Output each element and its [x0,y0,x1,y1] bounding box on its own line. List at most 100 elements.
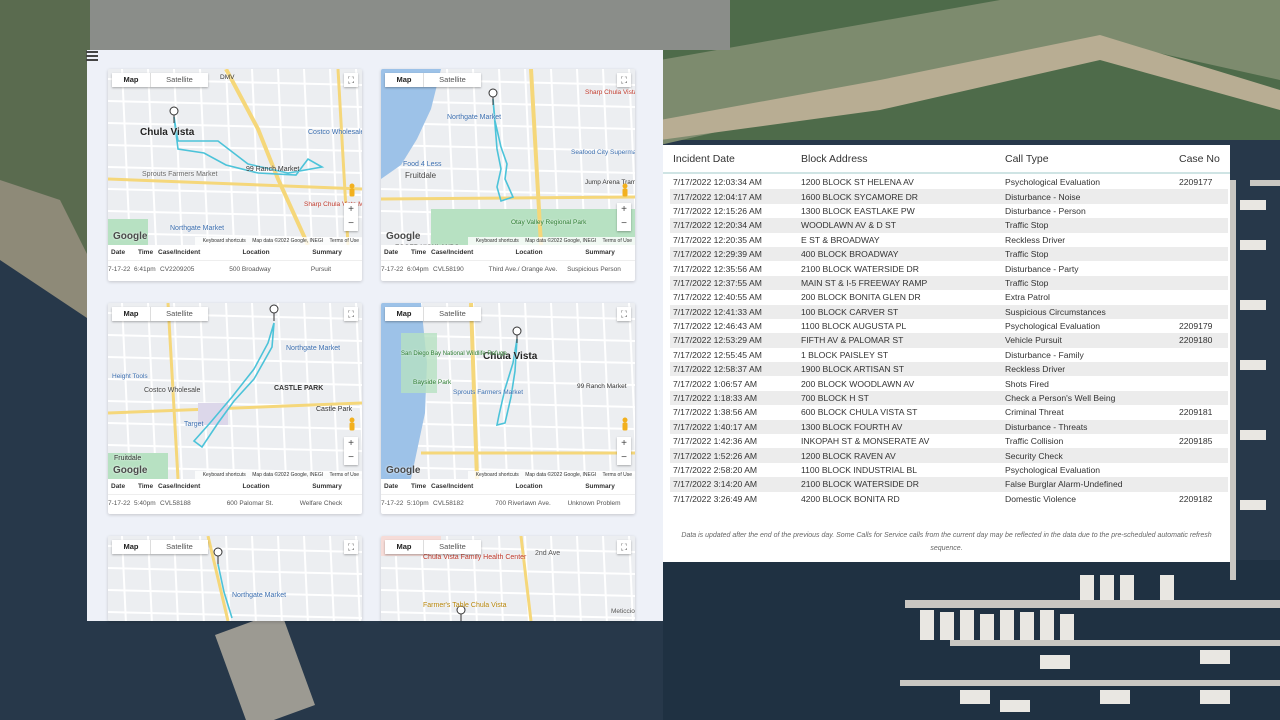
table-row[interactable]: 7/17/2022 1:42:36 AM INKOPAH ST & MONSER… [670,434,1228,448]
zoom-in-button[interactable]: + [617,437,631,451]
table-row[interactable]: 7/17/2022 12:41:33 AM 100 BLOCK CARVER S… [670,304,1228,319]
map-canvas[interactable] [381,303,635,479]
cell-call-type: Shots Fired [1005,378,1049,389]
map-canvas[interactable] [381,69,635,245]
terms-of-use-link[interactable]: Terms of Use [603,238,632,244]
map-view-button[interactable]: Map [385,540,423,554]
column-header-case: Case/Incident [158,483,201,490]
table-row[interactable]: 7/17/2022 1:06:57 AM 200 BLOCK WOODLAWN … [670,376,1228,390]
column-header-call-type[interactable]: Call Type [995,153,1169,165]
fullscreen-icon[interactable]: ⛶ [344,540,358,554]
zoom-out-button[interactable]: − [617,217,631,231]
incident-map[interactable]: Chula Vista Costco Wholesale 99 Ranch Mark… [108,69,362,245]
table-row[interactable]: 7/17/2022 1:52:26 AM 1200 BLOCK RAVEN AV… [670,448,1228,463]
incident-map[interactable]: Chula Vista Family Health Center Farmer's… [381,536,635,621]
cell-incident-date: 7/17/2022 12:41:33 AM [673,306,762,317]
column-header-time: Time [411,483,427,490]
column-header-case-no[interactable]: Case No [1169,153,1230,165]
table-row[interactable]: 7/17/2022 12:55:45 AM 1 BLOCK PAISLEY ST… [670,348,1228,362]
table-row[interactable]: 7/17/2022 1:18:33 AM 700 BLOCK H ST Chec… [670,390,1228,406]
satellite-view-button[interactable]: Satellite [423,540,481,554]
column-header-summary: Summary [312,483,342,490]
table-row[interactable]: 7/17/2022 1:40:17 AM 1300 BLOCK FOURTH A… [670,419,1228,435]
zoom-out-button[interactable]: − [344,451,358,465]
table-row[interactable]: 7/17/2022 2:58:20 AM 1100 BLOCK INDUSTRI… [670,463,1228,477]
street-view-pegman-icon[interactable] [348,183,356,197]
table-row[interactable]: 7/17/2022 12:29:39 AM 400 BLOCK BROADWAY… [670,246,1228,262]
map-view-button[interactable]: Map [385,73,423,87]
incident-row: 7-17-22 5:40pm CVL58188 600 Palomar St. … [108,495,362,512]
menu-icon[interactable] [86,51,98,63]
cell-incident-date: 7/17/2022 12:55:45 AM [673,349,762,360]
zoom-out-button[interactable]: − [617,451,631,465]
cell-block-address: 1300 BLOCK EASTLAKE PW [801,205,915,216]
keyboard-shortcuts-link[interactable]: Keyboard shortcuts [203,238,246,244]
cell-call-type: Traffic Stop [1005,277,1049,288]
zoom-in-button[interactable]: + [617,203,631,217]
zoom-in-button[interactable]: + [344,203,358,217]
cell-incident-date: 7/17/2022 12:15:26 AM [673,205,762,216]
satellite-view-button[interactable]: Satellite [150,307,208,321]
satellite-view-button[interactable]: Satellite [423,307,481,321]
cell-call-type: Traffic Stop [1005,249,1049,260]
table-row[interactable]: 7/17/2022 3:26:49 AM 4200 BLOCK BONITA R… [670,492,1228,506]
zoom-controls: + − [617,437,631,465]
table-row[interactable]: 7/17/2022 1:38:56 AM 600 BLOCK CHULA VIS… [670,405,1228,419]
street-view-pegman-icon[interactable] [621,417,629,431]
terms-of-use-link[interactable]: Terms of Use [603,472,632,478]
table-row[interactable]: 7/17/2022 12:15:26 AM 1300 BLOCK EASTLAK… [670,204,1228,218]
incident-map[interactable]: Northgate Market Food 4 Less Seafood City … [381,69,635,245]
table-row[interactable]: 7/17/2022 12:35:56 AM 2100 BLOCK WATERSI… [670,261,1228,275]
terms-of-use-link[interactable]: Terms of Use [330,238,359,244]
map-view-button[interactable]: Map [385,307,423,321]
cell-call-type: Vehicle Pursuit [1005,335,1062,346]
column-header-block-address[interactable]: Block Address [791,153,995,165]
fullscreen-icon[interactable]: ⛶ [344,307,358,321]
incident-map[interactable]: Northgate Market Map Satellite ⛶ [108,536,362,621]
table-row[interactable]: 7/17/2022 3:14:20 AM 2100 BLOCK WATERSID… [670,477,1228,492]
satellite-view-button[interactable]: Satellite [150,540,208,554]
incident-case: CVL58182 [433,500,464,507]
zoom-in-button[interactable]: + [344,437,358,451]
cell-call-type: Disturbance - Party [1005,263,1079,274]
fullscreen-icon[interactable]: ⛶ [617,540,631,554]
column-header-time: Time [138,483,154,490]
table-row[interactable]: 7/17/2022 12:37:55 AM MAIN ST & I-5 FREE… [670,275,1228,291]
cell-call-type: Traffic Stop [1005,220,1049,231]
table-row[interactable]: 7/17/2022 12:53:29 AM FIFTH AV & PALOMAR… [670,333,1228,348]
column-header-incident-date[interactable]: Incident Date [663,153,791,165]
cell-case-no: 2209180 [1179,335,1213,346]
fullscreen-icon[interactable]: ⛶ [617,73,631,87]
cell-call-type: Reckless Driver [1005,234,1066,245]
cell-block-address: 2100 BLOCK WATERSIDE DR [801,479,919,490]
table-row[interactable]: 7/17/2022 12:20:35 AM E ST & BROADWAY Re… [670,233,1228,247]
map-view-button[interactable]: Map [112,540,150,554]
table-row[interactable]: 7/17/2022 12:20:34 AM WOODLAWN AV & D ST… [670,218,1228,233]
satellite-view-button[interactable]: Satellite [423,73,481,87]
zoom-out-button[interactable]: − [344,217,358,231]
keyboard-shortcuts-link[interactable]: Keyboard shortcuts [203,472,246,478]
incident-date: 7-17-22 [381,500,404,507]
fullscreen-icon[interactable]: ⛶ [344,73,358,87]
fullscreen-icon[interactable]: ⛶ [617,307,631,321]
keyboard-shortcuts-link[interactable]: Keyboard shortcuts [476,238,519,244]
table-row[interactable]: 7/17/2022 12:04:17 AM 1600 BLOCK SYCAMOR… [670,189,1228,204]
table-row[interactable]: 7/17/2022 12:46:43 AM 1100 BLOCK AUGUSTA… [670,319,1228,333]
table-row[interactable]: 7/17/2022 12:03:34 AM 1200 BLOCK ST HELE… [670,175,1228,189]
map-view-button[interactable]: Map [112,307,150,321]
street-view-pegman-icon[interactable] [621,183,629,197]
map-view-button[interactable]: Map [112,73,150,87]
table-row[interactable]: 7/17/2022 12:40:55 AM 200 BLOCK BONITA G… [670,290,1228,304]
incident-time: 5:40pm [134,500,156,507]
satellite-view-button[interactable]: Satellite [150,73,208,87]
cell-incident-date: 7/17/2022 12:40:55 AM [673,292,762,303]
street-view-pegman-icon[interactable] [348,417,356,431]
incident-map[interactable]: Chula Vista San Diego Bay National Wildli… [381,303,635,479]
keyboard-shortcuts-link[interactable]: Keyboard shortcuts [476,472,519,478]
map-canvas[interactable] [108,303,362,479]
map-canvas[interactable] [108,69,362,245]
incident-map[interactable]: Northgate Market Costco Wholesale Target CA… [108,303,362,479]
terms-of-use-link[interactable]: Terms of Use [330,472,359,478]
zoom-controls: + − [344,437,358,465]
table-row[interactable]: 7/17/2022 12:58:37 AM 1900 BLOCK ARTISAN… [670,362,1228,377]
